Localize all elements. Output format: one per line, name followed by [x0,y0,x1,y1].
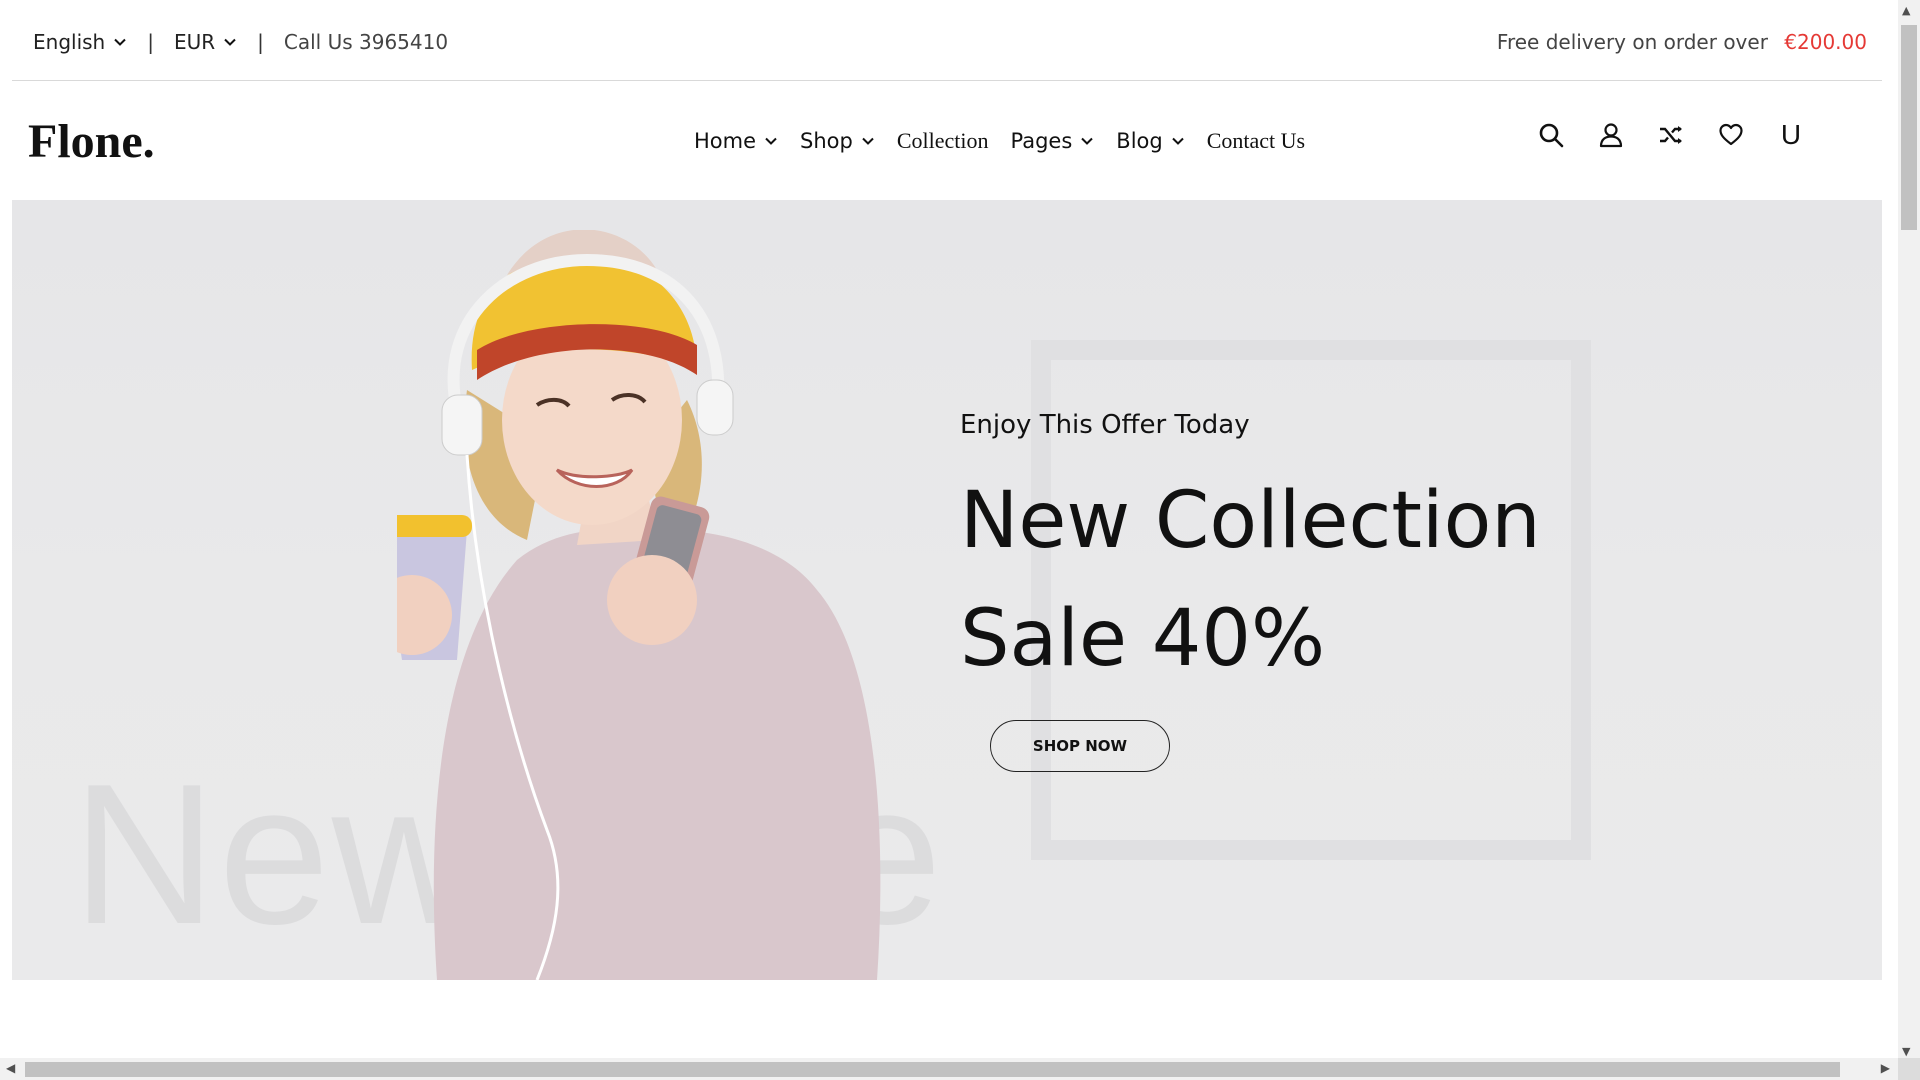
nav-item-blog[interactable]: Blog [1116,129,1184,153]
nav-item-label: Collection [896,128,989,153]
shuffle-icon[interactable] [1658,122,1684,148]
currency-selector[interactable]: EUR [174,30,237,54]
shop-now-button[interactable]: SHOP NOW [990,720,1170,772]
search-icon[interactable] [1538,122,1564,148]
chevron-down-icon [224,38,236,46]
currency-label: EUR [173,30,216,54]
scroll-up-icon[interactable]: ▲ [1902,4,1910,17]
user-icon[interactable] [1598,122,1624,148]
nav-item-label: Blog [1116,129,1163,153]
hero-content: Enjoy This Offer Today New Collection Sa… [960,410,1541,698]
main-header: Flone. Home Shop Collection Pages Blog C… [12,81,1882,199]
hero-model-image [397,230,881,980]
header-icons: U [1538,119,1804,150]
language-label: English [33,30,106,54]
chevron-down-icon [862,137,874,145]
scrollbar-corner [1898,1058,1920,1080]
scroll-thumb[interactable] [1901,25,1917,230]
top-bar-left: English | EUR | Call Us 3965410 [33,30,448,54]
nav-item-shop[interactable]: Shop [800,129,875,153]
nav-item-pages[interactable]: Pages [1011,129,1095,153]
hero-title-line2: Sale 40% [960,594,1326,684]
delivery-text: Free delivery on order over [1496,30,1768,54]
chevron-down-icon [765,137,777,145]
cart-icon[interactable]: U [1778,119,1804,150]
call-us-text: Call Us 3965410 [283,30,449,54]
scroll-down-icon[interactable]: ▼ [1902,1045,1910,1058]
separator: | [147,30,154,54]
nav-item-label: Shop [800,129,853,153]
cart-glyph: U [1780,119,1802,150]
chevron-down-icon [114,38,126,46]
nav-item-contact[interactable]: Contact Us [1207,128,1305,154]
scroll-left-icon[interactable]: ◀ [6,1061,15,1075]
scroll-right-icon[interactable]: ▶ [1881,1061,1890,1075]
nav-item-label: Contact Us [1206,128,1306,153]
separator: | [257,30,264,54]
top-bar: English | EUR | Call Us 3965410 Free del… [12,0,1882,81]
nav-item-collection[interactable]: Collection [897,128,989,154]
delivery-info: Free delivery on order over €200.00 [1497,30,1867,54]
language-selector[interactable]: English [33,30,127,54]
horizontal-scrollbar[interactable]: ◀ ▶ [0,1058,1898,1080]
vertical-scrollbar[interactable]: ▲ ▼ [1898,0,1920,1062]
scroll-thumb[interactable] [25,1062,1840,1077]
nav-item-label: Home [694,129,757,153]
logo[interactable]: Flone. [28,114,155,169]
nav-item-label: Pages [1010,129,1073,153]
main-nav: Home Shop Collection Pages Blog Contact … [694,128,1327,154]
hero-slider: New Sale [12,200,1882,980]
chevron-down-icon [1081,137,1093,145]
chevron-down-icon [1171,137,1184,145]
delivery-amount: €200.00 [1784,30,1867,54]
hero-title-line1: New Collection [960,476,1541,566]
page: English | EUR | Call Us 3965410 Free del… [12,0,1882,1060]
hero-subtitle: Enjoy This Offer Today [960,410,1250,440]
nav-item-home[interactable]: Home [694,129,778,153]
heart-icon[interactable] [1718,122,1744,148]
